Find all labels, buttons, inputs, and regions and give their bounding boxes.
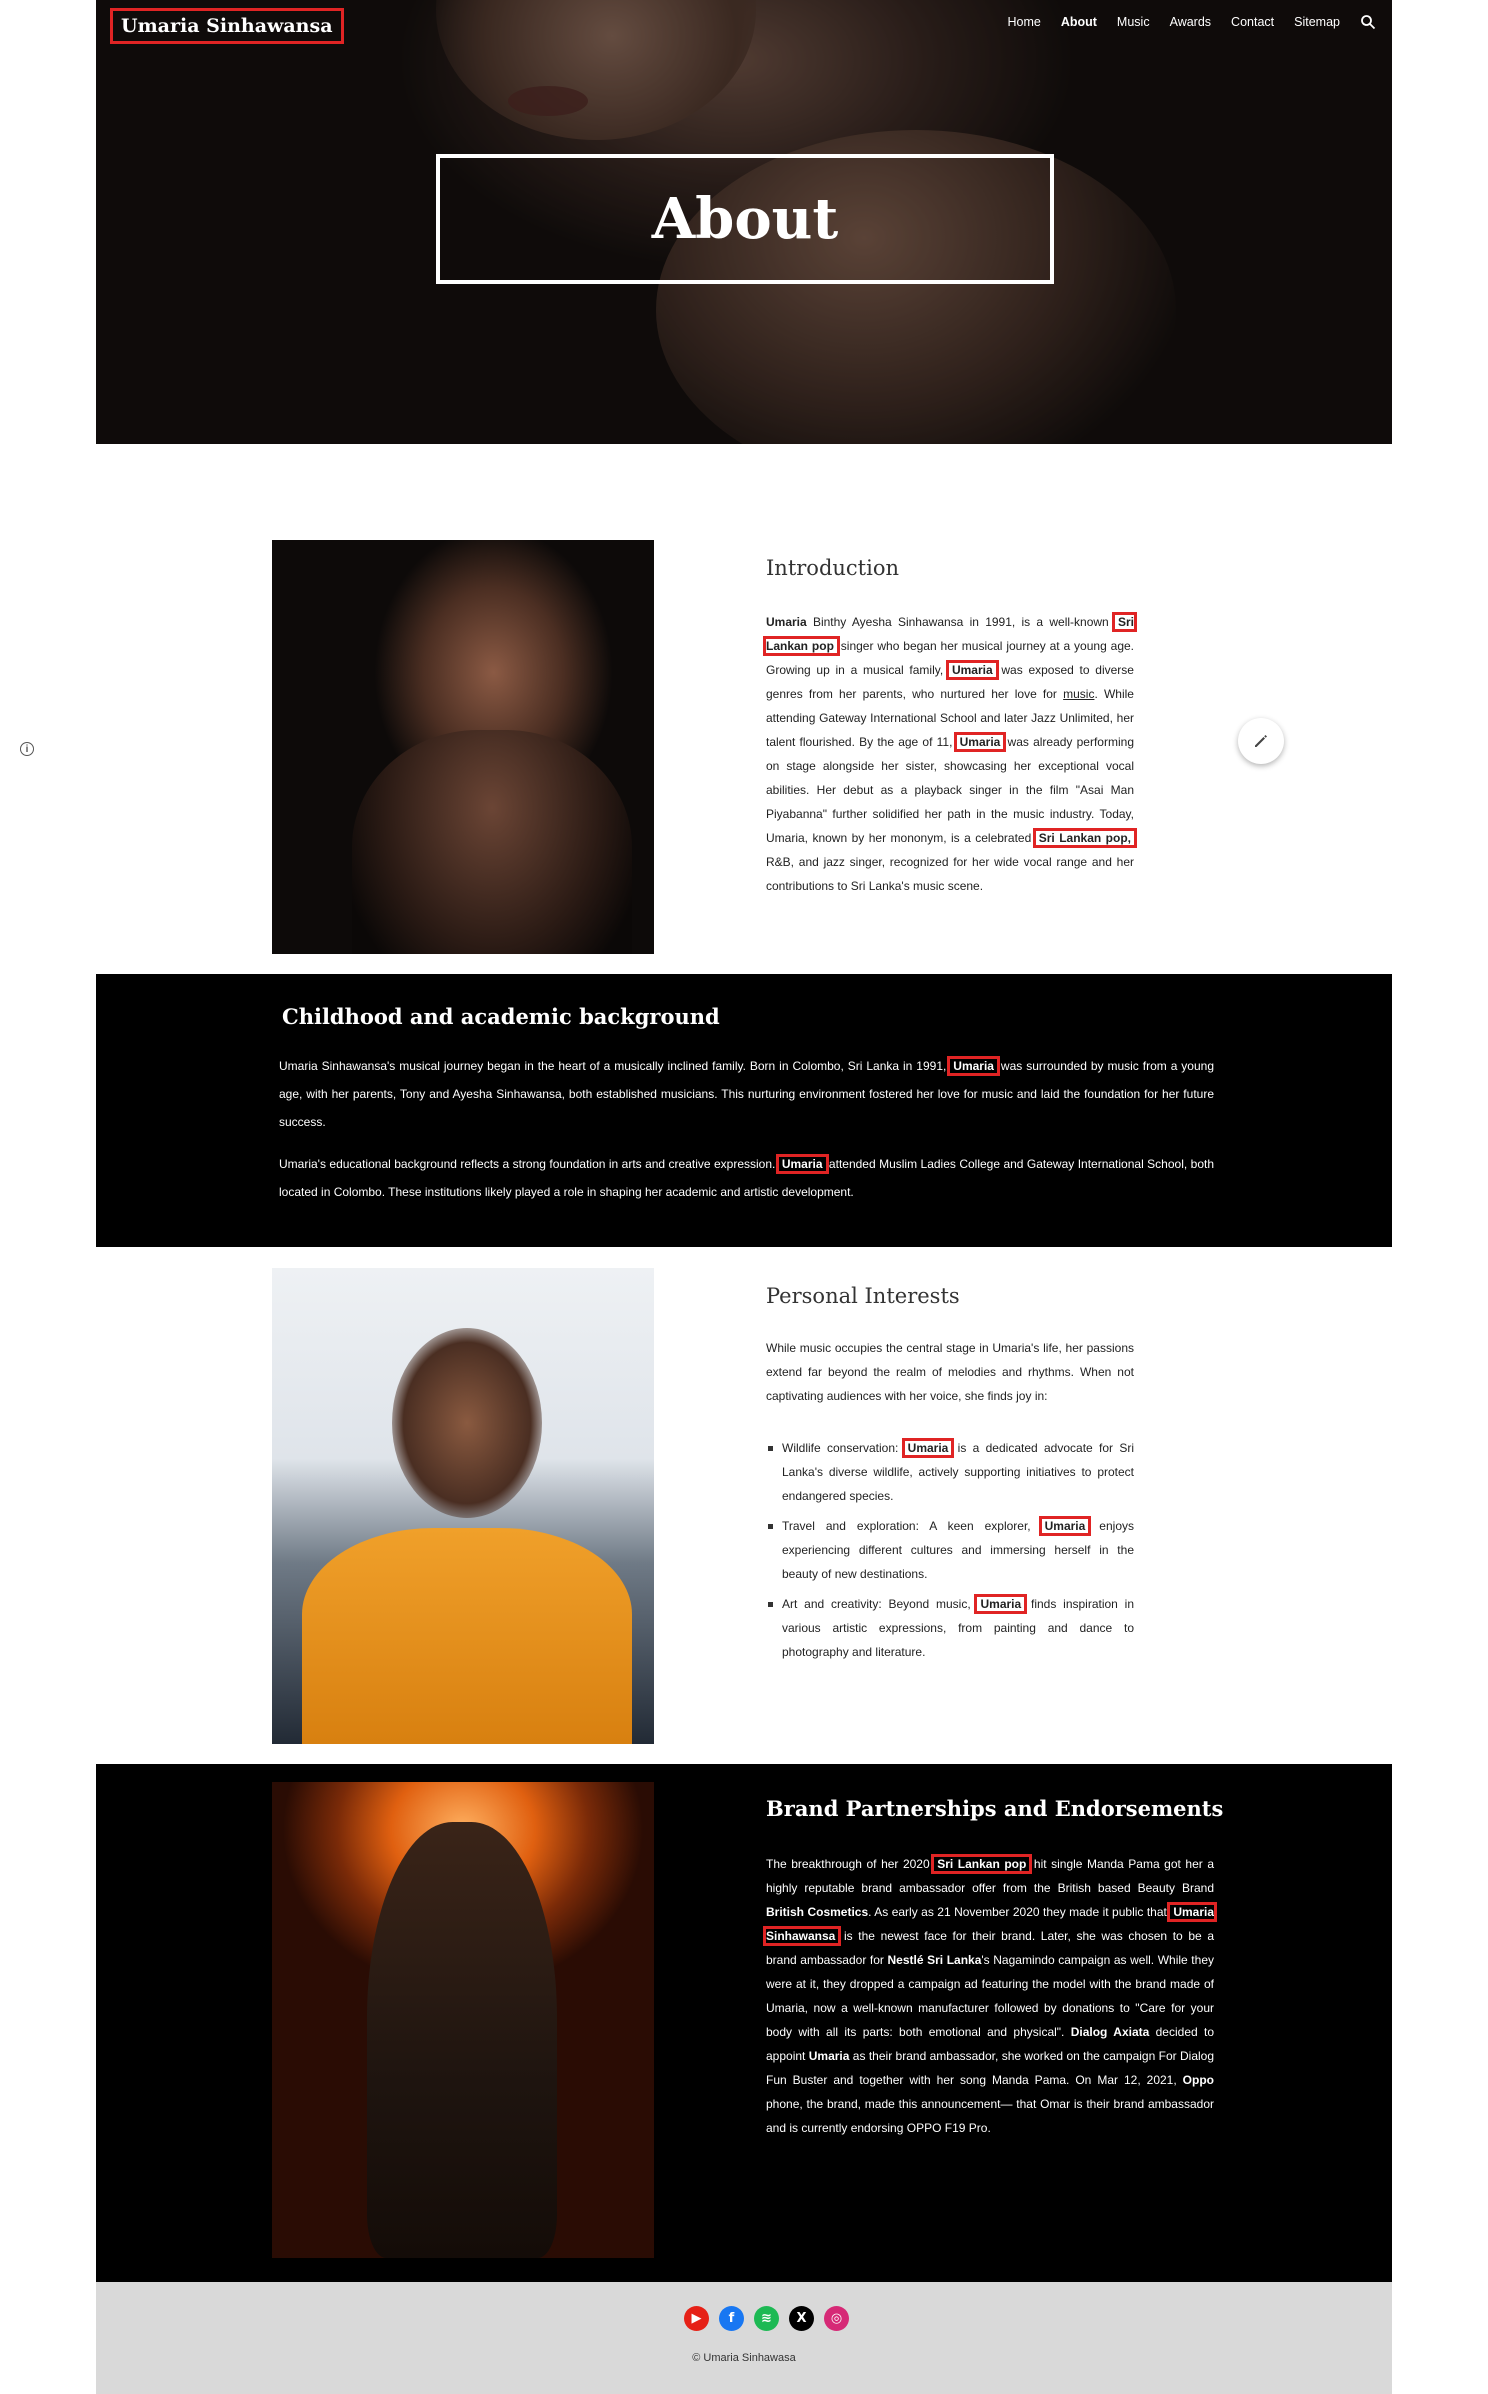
highlight-box: Umaria [775,1154,829,1174]
highlight-box: Umaria [947,1056,1000,1076]
instagram-icon[interactable]: ◎ [824,2306,849,2331]
brand-heading: Brand Partnerships and Endorsements [766,1796,1224,1821]
copyright: © Umaria Sinhawasa [692,2352,796,2364]
nav-awards[interactable]: Awards [1170,15,1211,29]
x-icon[interactable]: X [789,2306,814,2331]
highlight-box: Umaria [1038,1516,1092,1536]
facebook-icon[interactable]: f [719,2306,744,2331]
list-item: Wildlife conservation: Umaria is a dedic… [766,1436,1134,1508]
hero-banner: Umaria Sinhawansa Home About Music Award… [96,0,1392,444]
list-item: Art and creativity: Beyond music, Umaria… [766,1592,1134,1664]
social-links: ▶ f ≋ X ◎ [684,2306,849,2331]
intro-heading: Introduction [766,556,899,580]
pencil-icon [1255,735,1267,747]
highlight-box: Umaria [974,1594,1028,1614]
site-logo[interactable]: Umaria Sinhawansa [110,8,344,44]
childhood-heading: Childhood and academic background [282,1004,720,1029]
nav-home[interactable]: Home [1007,15,1040,29]
intro-text: Umaria Binthy Ayesha Sinhawansa in 1991,… [763,612,1137,893]
intro-photo [272,540,654,954]
page-title: About [651,186,839,252]
childhood-paragraph-2: Umaria's educational background reflects… [279,1154,1214,1199]
nav-sitemap[interactable]: Sitemap [1294,15,1340,29]
footer: ▶ f ≋ X ◎ © Umaria Sinhawasa [96,2282,1392,2394]
brand-text: The breakthrough of her 2020 Sri Lankan … [763,1854,1217,2135]
edit-button[interactable] [1238,718,1284,764]
main-nav: Home About Music Awards Contact Sitemap [1007,14,1376,30]
brand-photo [272,1782,654,2258]
youtube-icon[interactable]: ▶ [684,2306,709,2331]
interests-list: Wildlife conservation: Umaria is a dedic… [766,1436,1134,1670]
list-item: Travel and exploration: A keen explorer,… [766,1514,1134,1586]
highlight-box: Sri Lankan pop [931,1854,1033,1874]
music-link[interactable]: music [1063,687,1094,701]
interests-intro: While music occupies the central stage i… [766,1341,1134,1403]
search-icon[interactable] [1360,14,1376,30]
highlight-box: Umaria [901,1438,955,1458]
nav-about[interactable]: About [1061,15,1097,29]
page: Umaria Sinhawansa Home About Music Award… [96,0,1392,2394]
nav-contact[interactable]: Contact [1231,15,1274,29]
childhood-section: Childhood and academic background Umaria… [96,974,1392,1247]
highlight-box: Umaria [953,732,1007,752]
nav-music[interactable]: Music [1117,15,1150,29]
interests-heading: Personal Interests [766,1284,960,1308]
childhood-paragraph-1: Umaria Sinhawansa's musical journey bega… [279,1056,1215,1129]
interests-photo [272,1268,654,1744]
highlight-box: Umaria [945,660,999,680]
hero-title-box: About [436,154,1054,284]
spotify-icon[interactable]: ≋ [754,2306,779,2331]
highlight-box: Sri Lankan pop, [1032,828,1137,848]
info-icon[interactable]: i [20,742,34,756]
